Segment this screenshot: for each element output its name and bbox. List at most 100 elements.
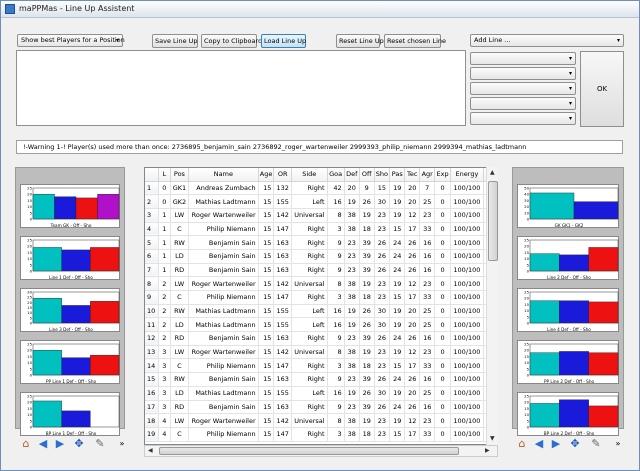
- chart-bar: [90, 301, 120, 324]
- table-cell: 0: [434, 427, 451, 442]
- table-cell: 15: [258, 222, 275, 237]
- table-row[interactable]: 19 4 C Philip Niemann 15 147 Right 3 38 18 23 15 17 3…: [145, 427, 497, 442]
- table-cell: 0: [434, 194, 451, 209]
- players-table[interactable]: L Pos Name Age OR Side Goa Def Off Sho Pas Tec Agr Ex…: [144, 167, 498, 445]
- forward-icon[interactable]: ▶: [53, 437, 67, 451]
- table-cell: 15: [258, 331, 275, 346]
- table-cell: Roger Wartenweiler: [188, 345, 259, 360]
- table-horizontal-scrollbar[interactable]: ◀ ▶: [144, 445, 498, 457]
- column-header[interactable]: Off: [359, 168, 375, 182]
- table-row[interactable]: 5 1 RW Benjamin Sain 15 163 Right 9 23 39 26 24 26 16…: [145, 235, 497, 250]
- table-row[interactable]: 1 0 GK1 Andreas Zumbach 15 132 Right 42 20 9 15 19 2…: [145, 181, 497, 196]
- table-row[interactable]: 13 3 LW Roger Wartenweiler 15 142 Universal 8 38…: [145, 345, 497, 360]
- table-row[interactable]: 12 2 RD Benjamin Sain 15 163 Right 9 23 39 26 24 26 1…: [145, 331, 497, 346]
- chart-bar: [32, 193, 55, 220]
- column-header[interactable]: L: [158, 168, 171, 182]
- table-cell: 0: [434, 304, 451, 319]
- load-line-up-button[interactable]: Load Line Up: [261, 34, 306, 48]
- ok-button[interactable]: OK: [580, 51, 624, 127]
- table-cell: 3: [327, 222, 345, 237]
- more-icon[interactable]: »: [611, 437, 625, 451]
- table-row[interactable]: 4 1 C Philip Niemann 15 147 Right 3 38 18 23 15 17 33…: [145, 222, 497, 237]
- table-vertical-scrollbar[interactable]: ▲ ▼: [486, 167, 498, 445]
- column-header[interactable]: OR: [273, 168, 292, 182]
- lineup-text-area[interactable]: [16, 50, 466, 126]
- column-header[interactable]: Exp: [434, 168, 451, 182]
- column-header[interactable]: Pos: [170, 168, 190, 182]
- column-header[interactable]: Age: [258, 168, 275, 182]
- table-cell: 3: [327, 358, 345, 374]
- line-select-2[interactable]: ▾: [470, 67, 576, 80]
- table-cell: 26: [404, 400, 421, 415]
- table-row[interactable]: 18 4 LW Roger Wartenweiler 15 142 Universal 8 38…: [145, 413, 497, 428]
- home-icon[interactable]: ⌂: [515, 437, 529, 451]
- tick-label: 0: [527, 321, 530, 326]
- position-select[interactable]: Show best Players for a Position ▾: [17, 34, 125, 47]
- column-header[interactable]: Tec: [404, 168, 421, 182]
- vertical-scroll-thumb[interactable]: [488, 181, 498, 261]
- forward-icon[interactable]: ▶: [549, 437, 563, 451]
- table-row[interactable]: 9 2 C Philip Niemann 15 147 Right 3 38 18 23 15 17 33…: [145, 290, 497, 305]
- table-cell: 39: [359, 372, 375, 387]
- copy-to-clipboard-button[interactable]: Copy to Clipboard: [201, 34, 262, 48]
- table-row[interactable]: 14 3 C Philip Niemann 15 147 Right 3 38 18 23 15 17 3…: [145, 358, 497, 374]
- table-row[interactable]: 10 2 RW Mathias Ladtmann 15 155 Left 16 19 26 30 19…: [145, 304, 497, 319]
- table-cell: 20: [404, 317, 421, 333]
- line-select-5[interactable]: ▾: [470, 112, 576, 125]
- table-cell: 26: [359, 386, 375, 401]
- table-row[interactable]: 17 3 RD Benjamin Sain 15 163 Right 9 23 39 26 24 26 1…: [145, 400, 497, 415]
- scroll-right-icon[interactable]: ▶: [485, 447, 490, 454]
- scroll-down-icon[interactable]: ▼: [490, 435, 495, 442]
- column-header[interactable]: Def: [344, 168, 360, 182]
- table-row[interactable]: 6 1 LD Benjamin Sain 15 163 Right 9 23 39 26 24 26 16…: [145, 249, 497, 264]
- pan-icon[interactable]: ✥: [568, 437, 582, 451]
- add-line-select[interactable]: Add Line ... ▾: [470, 34, 624, 47]
- column-header[interactable]: Energy: [450, 168, 484, 182]
- scroll-up-icon[interactable]: ▲: [490, 169, 495, 176]
- back-icon[interactable]: ◀: [36, 437, 50, 451]
- chart-label: Line 2 Def - Off - Sho: [547, 275, 591, 280]
- table-cell: 19: [359, 276, 375, 291]
- horizontal-scroll-thumb[interactable]: [159, 447, 459, 455]
- line-select-1[interactable]: ▾: [470, 52, 576, 65]
- table-row[interactable]: 2 0 GK2 Mathias Ladtmann 15 155 Left 16 19 26 30 19…: [145, 194, 497, 209]
- table-row[interactable]: 8 2 LW Roger Wartenweiler 15 142 Universal 8 38 1…: [145, 276, 497, 291]
- scroll-left-icon[interactable]: ◀: [148, 447, 153, 454]
- table-cell: 132: [273, 181, 292, 196]
- table-cell: Right: [291, 331, 328, 346]
- home-icon[interactable]: ⌂: [19, 437, 33, 451]
- table-cell: 147: [273, 222, 292, 237]
- table-row[interactable]: 11 2 LD Mathias Ladtmann 15 155 Left 16 19 26 30 19…: [145, 317, 497, 333]
- table-row[interactable]: 15 3 RW Benjamin Sain 15 163 Right 9 23 39 26 24 26 1…: [145, 372, 497, 387]
- column-header[interactable]: Agr: [419, 168, 436, 182]
- table-cell: 9: [327, 400, 345, 415]
- column-header[interactable]: Sho: [374, 168, 391, 182]
- column-header[interactable]: Pas: [389, 168, 406, 182]
- table-row[interactable]: 7 1 RD Benjamin Sain 15 163 Right 9 23 39 26 24 26 16…: [145, 263, 497, 278]
- column-header[interactable]: Side: [291, 168, 328, 182]
- reset-chosen-line-button[interactable]: Reset chosen Line: [384, 34, 446, 48]
- row-number: 7: [145, 263, 159, 278]
- table-cell: 24: [389, 235, 406, 250]
- stat-chart: 25 20 15 10 5 0 Line 2 Def - Off - Sho: [517, 236, 619, 280]
- table-cell: 15: [258, 317, 275, 333]
- zoom-icon[interactable]: ✎: [589, 437, 603, 451]
- table-cell: 30: [374, 304, 391, 319]
- column-header[interactable]: Name: [188, 168, 259, 182]
- table-cell: 42: [327, 181, 345, 196]
- reset-line-up-button[interactable]: Reset Line Up: [336, 34, 384, 48]
- table-cell: 8: [327, 345, 345, 360]
- zoom-icon[interactable]: ✎: [93, 437, 107, 451]
- table-cell: 142: [273, 276, 292, 291]
- pan-icon[interactable]: ✥: [72, 437, 86, 451]
- save-line-up-button[interactable]: Save Line Up: [152, 34, 198, 48]
- back-icon[interactable]: ◀: [532, 437, 546, 451]
- table-row[interactable]: 3 1 LW Roger Wartenweiler 15 142 Universal 8 38 1…: [145, 208, 497, 223]
- table-cell: 12: [404, 208, 421, 223]
- line-select-4[interactable]: ▾: [470, 97, 576, 110]
- line-select-3[interactable]: ▾: [470, 82, 576, 95]
- more-icon[interactable]: »: [115, 437, 129, 451]
- column-header[interactable]: [145, 168, 159, 182]
- table-row[interactable]: 16 3 LD Mathias Ladtmann 15 155 Left 16 19 26 30 19…: [145, 386, 497, 401]
- column-header[interactable]: Goa: [327, 168, 345, 182]
